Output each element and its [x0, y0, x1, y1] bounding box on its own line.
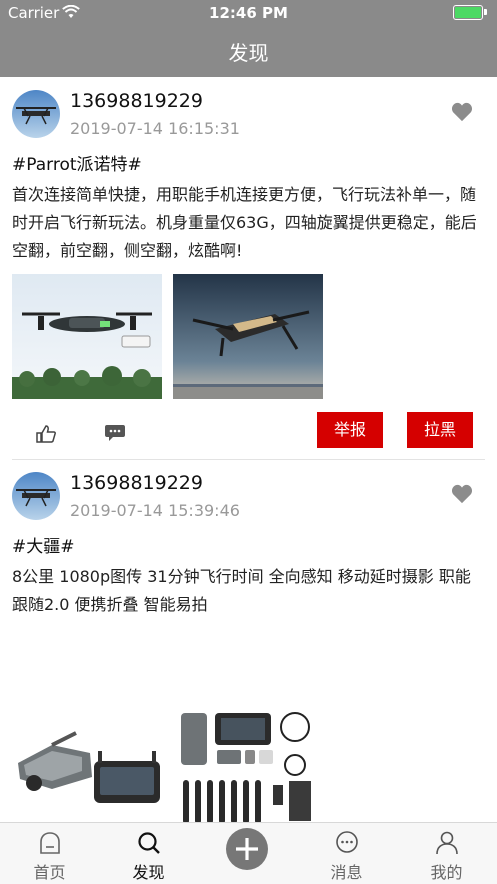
tab-messages-label: 消息	[330, 863, 363, 882]
plus-icon	[236, 838, 258, 860]
status-bar: Carrier 12:46 PM	[0, 0, 497, 26]
tab-discover-label: 发现	[132, 863, 165, 882]
status-time: 12:46 PM	[209, 4, 288, 22]
post-username[interactable]: 13698819229	[70, 472, 203, 494]
post-add-button[interactable]	[226, 828, 268, 870]
post-photo[interactable]	[173, 705, 323, 830]
heart-icon[interactable]	[451, 102, 473, 122]
post-text: 首次连接简单快捷，用职能手机连接更方便，飞行玩法补单一，随时开启飞行新玩法。机身…	[12, 185, 477, 260]
post-photo[interactable]	[173, 274, 323, 399]
page-title: 发现	[228, 41, 269, 65]
post-card: 13698819229 2019-07-14 16:15:31 #Parrot派…	[0, 77, 497, 460]
user-icon	[436, 831, 458, 855]
tab-mine-label: 我的	[430, 863, 463, 882]
tab-bar: 首页 发现 消息 我的	[0, 822, 497, 884]
post-topic[interactable]: #Parrot派诺特#	[12, 150, 142, 175]
report-button[interactable]: 举报	[317, 412, 383, 448]
nav-header: Carrier 12:46 PM 发现	[0, 0, 497, 77]
like-icon[interactable]	[36, 425, 56, 443]
message-icon	[336, 831, 358, 853]
post-date: 2019-07-14 16:15:31	[70, 119, 240, 138]
block-button[interactable]: 拉黑	[407, 412, 473, 448]
post-photo[interactable]	[12, 705, 162, 830]
post-date: 2019-07-14 15:39:46	[70, 501, 240, 520]
avatar[interactable]	[12, 90, 60, 138]
home-icon	[40, 832, 60, 854]
search-icon	[138, 832, 160, 854]
tab-discover[interactable]: 发现	[99, 823, 198, 884]
avatar[interactable]	[12, 472, 60, 520]
post-username[interactable]: 13698819229	[70, 90, 203, 112]
post-card: 13698819229 2019-07-14 15:39:46 #大疆# 8公里…	[0, 460, 497, 879]
post-photo[interactable]	[12, 274, 162, 399]
tab-home-label: 首页	[33, 863, 66, 882]
post-text: 8公里 1080p图传 31分钟飞行时间 全向感知 移动延时摄影 职能跟随2.0…	[12, 567, 471, 614]
comment-icon[interactable]	[104, 424, 126, 442]
tab-mine[interactable]: 我的	[397, 823, 496, 884]
battery-icon	[453, 5, 487, 20]
tab-home[interactable]: 首页	[0, 823, 99, 884]
heart-icon[interactable]	[451, 484, 473, 504]
post-topic[interactable]: #大疆#	[12, 532, 75, 557]
tab-messages[interactable]: 消息	[297, 823, 396, 884]
